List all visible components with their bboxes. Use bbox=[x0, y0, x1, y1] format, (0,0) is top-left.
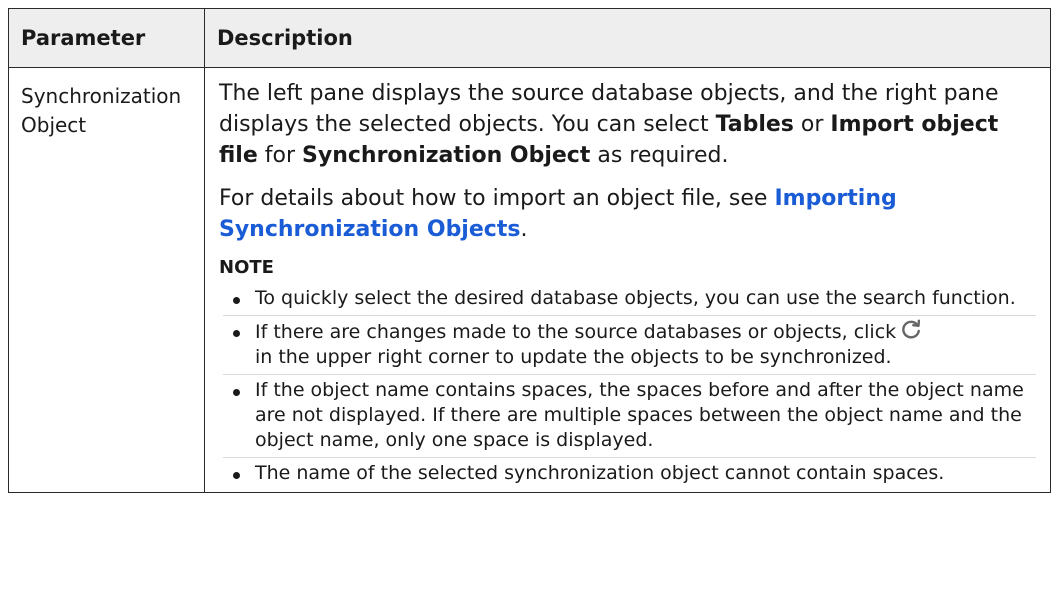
note-text: If there are changes made to the source … bbox=[255, 321, 897, 343]
bullet-icon bbox=[233, 472, 240, 479]
note-item: If there are changes made to the source … bbox=[223, 316, 1036, 375]
note-text: If the object name contains spaces, the … bbox=[255, 379, 1024, 451]
parameter-name: Synchronization Object bbox=[8, 67, 205, 493]
note-text: The name of the selected synchronization… bbox=[255, 462, 945, 484]
header-description: Description bbox=[204, 8, 1051, 68]
note-item: If the object name contains spaces, the … bbox=[223, 375, 1036, 458]
parameter-table: Parameter Description Synchronization Ob… bbox=[8, 8, 1051, 493]
header-parameter: Parameter bbox=[8, 8, 205, 68]
description-cell: The left pane displays the source databa… bbox=[204, 67, 1051, 493]
bold-term-tables: Tables bbox=[715, 112, 794, 137]
text-run: for bbox=[257, 143, 303, 168]
table-header-row: Parameter Description bbox=[8, 8, 1051, 68]
note-item: To quickly select the desired database o… bbox=[223, 283, 1036, 316]
text-run: as required. bbox=[590, 143, 729, 168]
text-run: For details about how to import an objec… bbox=[219, 186, 775, 211]
text-run: . bbox=[520, 217, 528, 242]
description-paragraph: The left pane displays the source databa… bbox=[219, 78, 1036, 171]
refresh-icon bbox=[902, 319, 921, 339]
bullet-icon bbox=[233, 297, 240, 304]
note-text: To quickly select the desired database o… bbox=[255, 287, 1016, 309]
note-title: NOTE bbox=[219, 257, 274, 278]
note-item: The name of the selected synchronization… bbox=[223, 458, 1036, 490]
bullet-icon bbox=[233, 389, 240, 396]
bold-term-synchronization-object: Synchronization Object bbox=[302, 143, 591, 168]
note-box: To quickly select the desired database o… bbox=[223, 283, 1036, 490]
note-list: To quickly select the desired database o… bbox=[223, 283, 1036, 490]
bullet-icon bbox=[233, 330, 240, 337]
text-run: or bbox=[793, 112, 831, 137]
note-text: in the upper right corner to update the … bbox=[255, 346, 892, 368]
table-row: Synchronization Object The left pane dis… bbox=[8, 67, 1051, 493]
import-reference-paragraph: For details about how to import an objec… bbox=[219, 183, 1036, 245]
